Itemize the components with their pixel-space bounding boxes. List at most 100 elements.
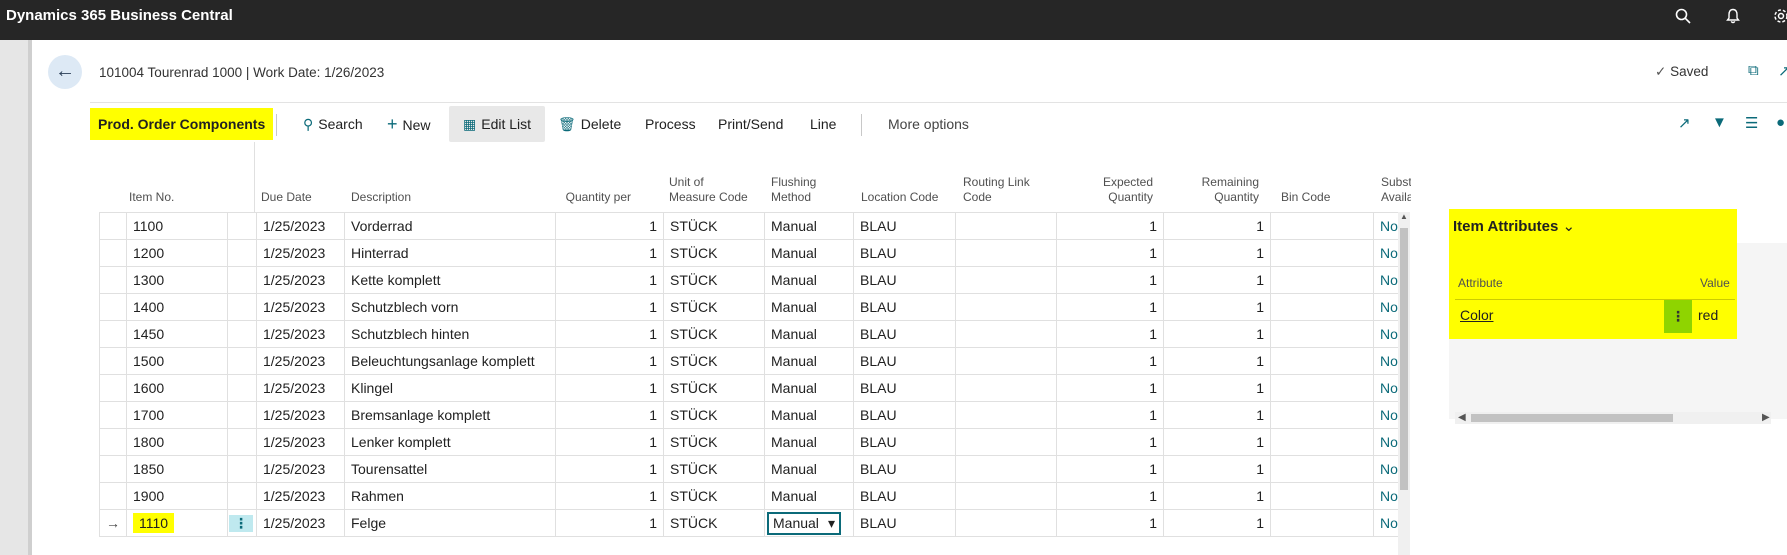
cell-due-date[interactable]: 1/25/2023 [256,293,345,321]
cell-bin-code[interactable] [1270,347,1374,375]
cell-unit-of-measure[interactable]: STÜCK [663,455,765,483]
cell-remaining-quantity[interactable]: 1 [1163,239,1271,267]
cell-routing-link-code[interactable] [955,428,1057,456]
cell-expected-quantity[interactable]: 1 [1056,401,1164,429]
cell-item-no[interactable]: 1600 [126,374,228,402]
row-actions-cell[interactable] [227,266,257,294]
cell-flushing-method[interactable]: Manual [764,428,854,456]
cell-bin-code[interactable] [1270,401,1374,429]
cell-bin-code[interactable] [1270,455,1374,483]
cell-description[interactable]: Rahmen [344,482,556,510]
cell-item-no[interactable]: 1900 [126,482,228,510]
cell-location-code[interactable]: BLAU [853,266,956,294]
cell-description[interactable]: Felge [344,509,556,537]
table-row[interactable]: 1100 1/25/2023 Vorderrad 1 STÜCK Manual BLAU 1 1… [99,212,1405,240]
cell-quantity-per[interactable]: 1 [555,509,664,537]
cell-remaining-quantity[interactable]: 1 [1163,293,1271,321]
more-options-button[interactable]: More options [888,106,969,142]
table-row[interactable]: 1500 1/25/2023 Beleuchtungsanlage komplett… [99,347,1405,375]
open-new-window-icon[interactable]: ⧉ [1748,62,1759,79]
cell-bin-code[interactable] [1270,482,1374,510]
cell-due-date[interactable]: 1/25/2023 [256,509,345,537]
col-due-date[interactable]: Due Date [261,142,347,212]
row-actions-cell[interactable] [227,293,257,321]
cell-item-no[interactable]: 1200 [126,239,228,267]
cell-flushing-method[interactable]: Manual [764,293,854,321]
row-indicator[interactable] [99,347,127,375]
attribute-row-menu-button[interactable]: ⋮ [1664,300,1692,333]
table-row[interactable]: 1200 1/25/2023 Hinterrad 1 STÜCK Manual BLAU 1 1… [99,239,1405,267]
cell-quantity-per[interactable]: 1 [555,239,664,267]
col-location-code[interactable]: Location Code [861,142,951,212]
cell-expected-quantity[interactable]: 1 [1056,455,1164,483]
table-row[interactable]: 1850 1/25/2023 Tourensattel 1 STÜCK Manual BLA… [99,455,1405,483]
row-indicator[interactable] [99,293,127,321]
cell-location-code[interactable]: BLAU [853,239,956,267]
table-row[interactable]: 1800 1/25/2023 Lenker komplett 1 STÜCK Manual… [99,428,1405,456]
cell-unit-of-measure[interactable]: STÜCK [663,401,765,429]
share-icon[interactable]: ↗ [1678,114,1691,132]
cell-quantity-per[interactable]: 1 [555,212,664,240]
cell-expected-quantity[interactable]: 1 [1056,428,1164,456]
cell-flushing-method[interactable]: Manual [764,320,854,348]
cell-item-no[interactable]: 1100 [126,212,228,240]
cell-expected-quantity[interactable]: 1 [1056,293,1164,321]
cell-due-date[interactable]: 1/25/2023 [256,455,345,483]
cell-location-code[interactable]: BLAU [853,374,956,402]
row-actions-cell[interactable] [227,401,257,429]
cell-due-date[interactable]: 1/25/2023 [256,401,345,429]
cell-bin-code[interactable] [1270,212,1374,240]
cell-bin-code[interactable] [1270,293,1374,321]
cell-quantity-per[interactable]: 1 [555,401,664,429]
row-actions-cell[interactable] [227,455,257,483]
row-indicator[interactable] [99,482,127,510]
row-indicator[interactable] [99,239,127,267]
cell-quantity-per[interactable]: 1 [555,347,664,375]
cell-unit-of-measure[interactable]: STÜCK [663,239,765,267]
cell-routing-link-code[interactable] [955,212,1057,240]
cell-routing-link-code[interactable] [955,401,1057,429]
cell-expected-quantity[interactable]: 1 [1056,320,1164,348]
cell-remaining-quantity[interactable]: 1 [1163,509,1271,537]
cell-quantity-per[interactable]: 1 [555,374,664,402]
row-actions-cell[interactable] [227,428,257,456]
cell-routing-link-code[interactable] [955,320,1057,348]
cell-routing-link-code[interactable] [955,482,1057,510]
cell-routing-link-code[interactable] [955,455,1057,483]
table-row[interactable]: 1700 1/25/2023 Bremsanlage komplett 1 STÜCK M… [99,401,1405,429]
cell-quantity-per[interactable]: 1 [555,428,664,456]
cell-item-no[interactable]: 1700 [126,401,228,429]
cell-remaining-quantity[interactable]: 1 [1163,401,1271,429]
cell-bin-code[interactable] [1270,320,1374,348]
cell-description[interactable]: Hinterrad [344,239,556,267]
cell-remaining-quantity[interactable]: 1 [1163,266,1271,294]
cell-quantity-per[interactable]: 1 [555,293,664,321]
cell-routing-link-code[interactable] [955,347,1057,375]
row-actions-cell[interactable]: ⋮ [227,509,257,537]
delete-button[interactable]: 🗑 Delete [558,106,621,142]
cell-unit-of-measure[interactable]: STÜCK [663,212,765,240]
grid-scroll-thumb[interactable] [1400,228,1408,490]
cell-expected-quantity[interactable]: 1 [1056,266,1164,294]
attribute-color-link[interactable]: Color [1460,307,1493,323]
cell-description[interactable]: Vorderrad [344,212,556,240]
cell-expected-quantity[interactable]: 1 [1056,347,1164,375]
grid-vertical-scrollbar[interactable]: ▲ [1398,212,1410,555]
col-item-no[interactable]: Item No. [129,142,229,212]
cell-expected-quantity[interactable]: 1 [1056,482,1164,510]
factbox-toggle-icon[interactable]: ● [1776,114,1785,131]
cell-unit-of-measure[interactable]: STÜCK [663,293,765,321]
row-actions-cell[interactable] [227,347,257,375]
cell-bin-code[interactable] [1270,428,1374,456]
col-unit-of-measure[interactable]: Unit of Measure Code [669,142,769,212]
row-indicator[interactable] [99,401,127,429]
cell-due-date[interactable]: 1/25/2023 [256,266,345,294]
cell-quantity-per[interactable]: 1 [555,266,664,294]
cell-flushing-method[interactable]: Manual [764,266,854,294]
cell-flushing-method[interactable]: Manual [764,347,854,375]
cell-unit-of-measure[interactable]: STÜCK [663,482,765,510]
list-view-icon[interactable]: ☰ [1745,114,1758,132]
factbox-title[interactable]: Item Attributes ⌄ [1453,217,1575,235]
edit-list-button[interactable]: ▦ Edit List [449,106,546,142]
cell-remaining-quantity[interactable]: 1 [1163,482,1271,510]
